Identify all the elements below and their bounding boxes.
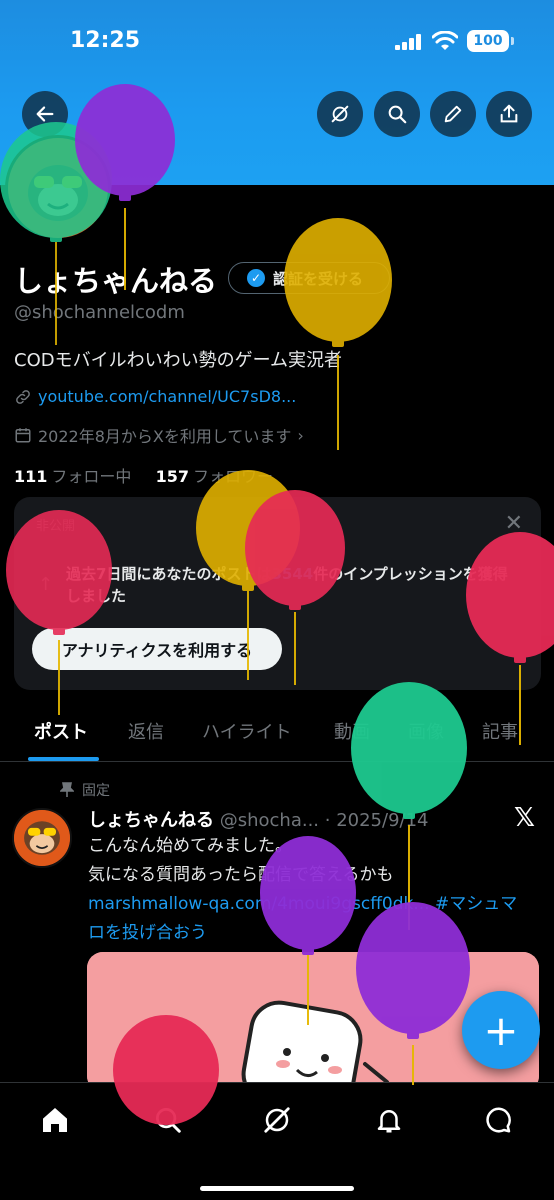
pinned-indicator: 固定: [60, 780, 110, 800]
search-icon: [388, 105, 407, 124]
share-button[interactable]: [486, 91, 532, 137]
followers-label: フォロワー: [193, 467, 274, 486]
x-logo-icon: 𝕏: [514, 803, 535, 833]
share-icon: [500, 104, 518, 123]
battery-icon: 100: [467, 30, 509, 52]
following-count: 111: [14, 467, 48, 486]
status-time: 12:25: [70, 28, 141, 53]
grok-icon: [264, 1107, 290, 1133]
tab-posts[interactable]: ポスト: [34, 718, 88, 744]
post-author[interactable]: しょちゃんねる: [88, 810, 214, 831]
wifi-icon: [432, 31, 458, 50]
active-tab-indicator: [28, 757, 99, 761]
pin-icon: [60, 782, 74, 797]
profile-name: しょちゃんねる: [14, 264, 218, 298]
tab-highlights[interactable]: ハイライト: [202, 718, 292, 744]
edit-button[interactable]: [430, 91, 476, 137]
compose-post-button[interactable]: +: [462, 991, 540, 1069]
following-label: フォロー中: [51, 467, 132, 486]
analytics-message: 過去7日間にあなたのポストは3544件のインプレッションを獲得しました: [66, 563, 521, 607]
followers-count: 157: [155, 467, 190, 486]
nav-home[interactable]: [38, 1103, 72, 1137]
cellular-signal-icon: [395, 34, 421, 50]
profile-handle: @shochannelcodm: [14, 302, 185, 323]
analytics-card: 非公開 ✕ ↑ 過去7日間にあなたのポストは3544件のインプレッションを獲得し…: [14, 497, 541, 690]
tab-videos[interactable]: 動画: [334, 718, 370, 744]
profile-link-text[interactable]: youtube.com/channel/UC7sD8...: [38, 387, 296, 406]
monkey-avatar-image: [14, 810, 70, 866]
post-text: こんなん始めてみました。 気になる質問あったら配信で答えるかも marshmal…: [88, 832, 528, 948]
post-avatar[interactable]: [12, 808, 72, 868]
grok-icon: [331, 105, 349, 123]
post-link[interactable]: marshmallow-qa.com/4moui9gscff0dk...: [88, 894, 430, 914]
search-icon: [156, 1108, 181, 1133]
post-header: しょちゃんねる @shocha... · 2025/9/14: [88, 806, 468, 832]
post-line-1: こんなん始めてみました。: [88, 836, 292, 856]
arrow-left-icon: [36, 106, 54, 122]
tab-replies[interactable]: 返信: [128, 718, 164, 744]
analytics-message-pre: 過去7日間にあなたのポストは: [66, 565, 272, 583]
search-button[interactable]: [374, 91, 420, 137]
verified-badge-icon: ✓: [247, 269, 265, 287]
followers-link[interactable]: 157 フォロワー: [156, 467, 273, 486]
calendar-icon: [15, 428, 31, 443]
grok-button[interactable]: [317, 91, 363, 137]
edit-icon: [444, 105, 462, 123]
link-icon: [16, 389, 30, 404]
nav-search[interactable]: [151, 1103, 185, 1137]
monkey-avatar-image: [8, 138, 108, 238]
nav-messages[interactable]: [482, 1103, 516, 1137]
plus-icon: +: [483, 1005, 519, 1055]
nav-grok[interactable]: [260, 1103, 294, 1137]
bottom-navigation: [0, 1082, 554, 1200]
get-verified-button[interactable]: ✓ 認証を受ける: [228, 262, 390, 294]
chevron-right-icon: ›: [297, 425, 304, 445]
profile-joined: 2022年8月からXを利用しています ›: [14, 423, 304, 447]
nav-notifications[interactable]: [372, 1103, 406, 1137]
arrow-up-icon: ↑: [38, 574, 54, 595]
home-indicator: [200, 1186, 354, 1191]
profile-tabs: ポスト 返信 ハイライト 動画 画像 記事: [0, 704, 554, 762]
tab-articles[interactable]: 記事: [482, 718, 518, 744]
post-handle-date: @shocha... · 2025/9/14: [219, 810, 429, 831]
profile-joined-text: 2022年8月からXを利用しています: [38, 427, 292, 446]
status-bar: 12:25 100: [0, 0, 554, 80]
follow-stats: 111 フォロー中 157 フォロワー: [14, 463, 273, 487]
private-label: 非公開: [36, 519, 76, 534]
post-line-2: 気になる質問あったら配信で答えるかも: [88, 865, 394, 885]
get-verified-label: 認証を受ける: [273, 269, 364, 288]
profile-avatar[interactable]: [5, 135, 111, 241]
close-icon[interactable]: ✕: [505, 511, 523, 536]
impressions-count: 3544: [271, 565, 314, 583]
following-link[interactable]: 111 フォロー中: [14, 467, 131, 486]
pinned-label: 固定: [82, 783, 110, 799]
back-button[interactable]: [22, 91, 68, 137]
use-analytics-button[interactable]: アナリティクスを利用する: [32, 628, 282, 670]
battery-tip: [511, 37, 514, 45]
messages-icon: [486, 1107, 511, 1133]
home-icon: [43, 1108, 67, 1132]
tab-photos[interactable]: 画像: [408, 718, 444, 744]
notifications-icon: [377, 1110, 401, 1133]
profile-link[interactable]: youtube.com/channel/UC7sD8...: [14, 387, 296, 406]
balloon: [284, 218, 392, 450]
profile-bio: CODモバイルわいわい勢のゲーム実況者: [14, 350, 343, 371]
